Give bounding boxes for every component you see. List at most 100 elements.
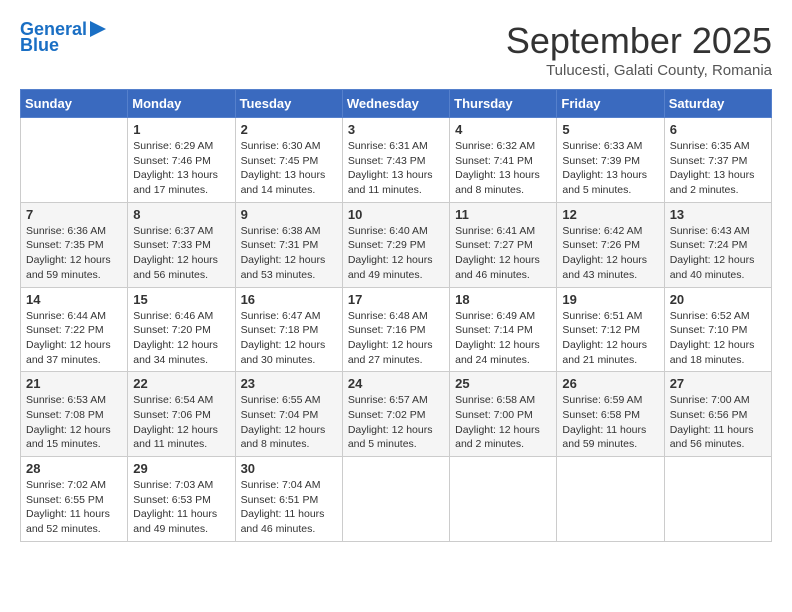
- calendar-cell: 29 Sunrise: 7:03 AM Sunset: 6:53 PM Dayli…: [128, 457, 235, 542]
- day-number: 9: [241, 207, 337, 222]
- calendar-cell: 18Sunrise: 6:49 AM Sunset: 7:14 PM Dayli…: [450, 287, 557, 372]
- day-number: 26: [562, 376, 658, 391]
- day-info: Sunrise: 6:35 AM Sunset: 7:37 PM Dayligh…: [670, 139, 766, 198]
- day-number: 12: [562, 207, 658, 222]
- day-number: 3: [348, 122, 444, 137]
- calendar-cell: 21 Sunrise: 6:53 AM Sunset: 7:08 PM Dayli…: [21, 372, 128, 457]
- calendar-cell: 23 Sunrise: 6:55 AM Sunset: 7:04 PM Dayli…: [235, 372, 342, 457]
- day-info: Sunrise: 6:54 AM Sunset: 7:06 PM Dayligh…: [133, 393, 229, 452]
- calendar-cell: [450, 457, 557, 542]
- day-info: Sunrise: 6:42 AM Sunset: 7:26 PM Dayligh…: [562, 224, 658, 283]
- calendar-cell: 15Sunrise: 6:46 AM Sunset: 7:20 PM Dayli…: [128, 287, 235, 372]
- calendar-cell: [342, 457, 449, 542]
- calendar-cell: 1 Sunrise: 6:29 AM Sunset: 7:46 PM Daylig…: [128, 118, 235, 203]
- day-info: Sunrise: 6:43 AM Sunset: 7:24 PM Dayligh…: [670, 224, 766, 283]
- day-number: 19: [562, 292, 658, 307]
- day-info: Sunrise: 6:30 AM Sunset: 7:45 PM Dayligh…: [241, 139, 337, 198]
- day-info: Sunrise: 6:57 AM Sunset: 7:02 PM Dayligh…: [348, 393, 444, 452]
- day-number: 8: [133, 207, 229, 222]
- calendar-cell: 7 Sunrise: 6:36 AM Sunset: 7:35 PM Daylig…: [21, 202, 128, 287]
- calendar-cell: 24 Sunrise: 6:57 AM Sunset: 7:02 PM Dayli…: [342, 372, 449, 457]
- week-row-1: 1 Sunrise: 6:29 AM Sunset: 7:46 PM Daylig…: [21, 118, 772, 203]
- day-number: 23: [241, 376, 337, 391]
- day-info: Sunrise: 6:47 AM Sunset: 7:18 PM Dayligh…: [241, 309, 337, 368]
- day-info: Sunrise: 6:48 AM Sunset: 7:16 PM Dayligh…: [348, 309, 444, 368]
- weekday-header-friday: Friday: [557, 90, 664, 118]
- calendar-cell: 19Sunrise: 6:51 AM Sunset: 7:12 PM Dayli…: [557, 287, 664, 372]
- day-info: Sunrise: 6:33 AM Sunset: 7:39 PM Dayligh…: [562, 139, 658, 198]
- weekday-header-tuesday: Tuesday: [235, 90, 342, 118]
- week-row-4: 21 Sunrise: 6:53 AM Sunset: 7:08 PM Dayli…: [21, 372, 772, 457]
- day-number: 11: [455, 207, 551, 222]
- day-info: Sunrise: 6:44 AM Sunset: 7:22 PM Dayligh…: [26, 309, 122, 368]
- day-number: 29: [133, 461, 229, 476]
- calendar-cell: 5Sunrise: 6:33 AM Sunset: 7:39 PM Daylig…: [557, 118, 664, 203]
- day-info: Sunrise: 6:55 AM Sunset: 7:04 PM Dayligh…: [241, 393, 337, 452]
- calendar-cell: 4 Sunrise: 6:32 AM Sunset: 7:41 PM Daylig…: [450, 118, 557, 203]
- location: Tulucesti, Galati County, Romania: [506, 62, 772, 79]
- calendar-cell: 10 Sunrise: 6:40 AM Sunset: 7:29 PM Dayli…: [342, 202, 449, 287]
- calendar-cell: 30Sunrise: 7:04 AM Sunset: 6:51 PM Dayli…: [235, 457, 342, 542]
- day-number: 4: [455, 122, 551, 137]
- day-info: Sunrise: 6:32 AM Sunset: 7:41 PM Dayligh…: [455, 139, 551, 198]
- week-row-2: 7 Sunrise: 6:36 AM Sunset: 7:35 PM Daylig…: [21, 202, 772, 287]
- day-info: Sunrise: 6:40 AM Sunset: 7:29 PM Dayligh…: [348, 224, 444, 283]
- weekday-header-sunday: Sunday: [21, 90, 128, 118]
- day-number: 17: [348, 292, 444, 307]
- day-info: Sunrise: 6:58 AM Sunset: 7:00 PM Dayligh…: [455, 393, 551, 452]
- weekday-header-thursday: Thursday: [450, 90, 557, 118]
- day-info: Sunrise: 7:03 AM Sunset: 6:53 PM Dayligh…: [133, 478, 229, 537]
- day-info: Sunrise: 6:49 AM Sunset: 7:14 PM Dayligh…: [455, 309, 551, 368]
- day-info: Sunrise: 6:41 AM Sunset: 7:27 PM Dayligh…: [455, 224, 551, 283]
- day-number: 27: [670, 376, 766, 391]
- calendar-cell: 8 Sunrise: 6:37 AM Sunset: 7:33 PM Daylig…: [128, 202, 235, 287]
- day-info: Sunrise: 6:31 AM Sunset: 7:43 PM Dayligh…: [348, 139, 444, 198]
- logo-arrow-icon: [90, 19, 110, 39]
- day-info: Sunrise: 6:59 AM Sunset: 6:58 PM Dayligh…: [562, 393, 658, 452]
- calendar-cell: 25 Sunrise: 6:58 AM Sunset: 7:00 PM Dayli…: [450, 372, 557, 457]
- calendar-cell: 9 Sunrise: 6:38 AM Sunset: 7:31 PM Daylig…: [235, 202, 342, 287]
- week-row-5: 28 Sunrise: 7:02 AM Sunset: 6:55 PM Dayli…: [21, 457, 772, 542]
- day-number: 21: [26, 376, 122, 391]
- calendar-cell: 22 Sunrise: 6:54 AM Sunset: 7:06 PM Dayli…: [128, 372, 235, 457]
- month-title: September 2025: [506, 20, 772, 62]
- day-number: 7: [26, 207, 122, 222]
- day-number: 28: [26, 461, 122, 476]
- calendar-cell: 3 Sunrise: 6:31 AM Sunset: 7:43 PM Daylig…: [342, 118, 449, 203]
- day-number: 10: [348, 207, 444, 222]
- title-block: September 2025 Tulucesti, Galati County,…: [506, 20, 772, 79]
- day-info: Sunrise: 6:37 AM Sunset: 7:33 PM Dayligh…: [133, 224, 229, 283]
- day-info: Sunrise: 6:38 AM Sunset: 7:31 PM Dayligh…: [241, 224, 337, 283]
- day-info: Sunrise: 7:00 AM Sunset: 6:56 PM Dayligh…: [670, 393, 766, 452]
- day-number: 30: [241, 461, 337, 476]
- day-info: Sunrise: 7:02 AM Sunset: 6:55 PM Dayligh…: [26, 478, 122, 537]
- day-number: 2: [241, 122, 337, 137]
- calendar-cell: 16 Sunrise: 6:47 AM Sunset: 7:18 PM Dayli…: [235, 287, 342, 372]
- day-number: 13: [670, 207, 766, 222]
- day-info: Sunrise: 6:52 AM Sunset: 7:10 PM Dayligh…: [670, 309, 766, 368]
- calendar-cell: 28 Sunrise: 7:02 AM Sunset: 6:55 PM Dayli…: [21, 457, 128, 542]
- day-info: Sunrise: 6:36 AM Sunset: 7:35 PM Dayligh…: [26, 224, 122, 283]
- day-info: Sunrise: 6:46 AM Sunset: 7:20 PM Dayligh…: [133, 309, 229, 368]
- day-number: 1: [133, 122, 229, 137]
- day-number: 16: [241, 292, 337, 307]
- calendar-cell: [557, 457, 664, 542]
- calendar-cell: 14Sunrise: 6:44 AM Sunset: 7:22 PM Dayli…: [21, 287, 128, 372]
- calendar-cell: 20Sunrise: 6:52 AM Sunset: 7:10 PM Dayli…: [664, 287, 771, 372]
- calendar-cell: 2 Sunrise: 6:30 AM Sunset: 7:45 PM Daylig…: [235, 118, 342, 203]
- calendar-cell: 17 Sunrise: 6:48 AM Sunset: 7:16 PM Dayli…: [342, 287, 449, 372]
- page-header: General Blue September 2025 Tulucesti, G…: [20, 20, 772, 79]
- calendar-cell: 6 Sunrise: 6:35 AM Sunset: 7:37 PM Daylig…: [664, 118, 771, 203]
- weekday-header-saturday: Saturday: [664, 90, 771, 118]
- calendar-cell: 27 Sunrise: 7:00 AM Sunset: 6:56 PM Dayli…: [664, 372, 771, 457]
- logo: General Blue: [20, 20, 110, 56]
- calendar-cell: 26 Sunrise: 6:59 AM Sunset: 6:58 PM Dayli…: [557, 372, 664, 457]
- day-info: Sunrise: 6:29 AM Sunset: 7:46 PM Dayligh…: [133, 139, 229, 198]
- day-number: 22: [133, 376, 229, 391]
- weekday-header-monday: Monday: [128, 90, 235, 118]
- day-number: 25: [455, 376, 551, 391]
- calendar: SundayMondayTuesdayWednesdayThursdayFrid…: [20, 89, 772, 542]
- day-number: 6: [670, 122, 766, 137]
- day-info: Sunrise: 6:53 AM Sunset: 7:08 PM Dayligh…: [26, 393, 122, 452]
- day-number: 24: [348, 376, 444, 391]
